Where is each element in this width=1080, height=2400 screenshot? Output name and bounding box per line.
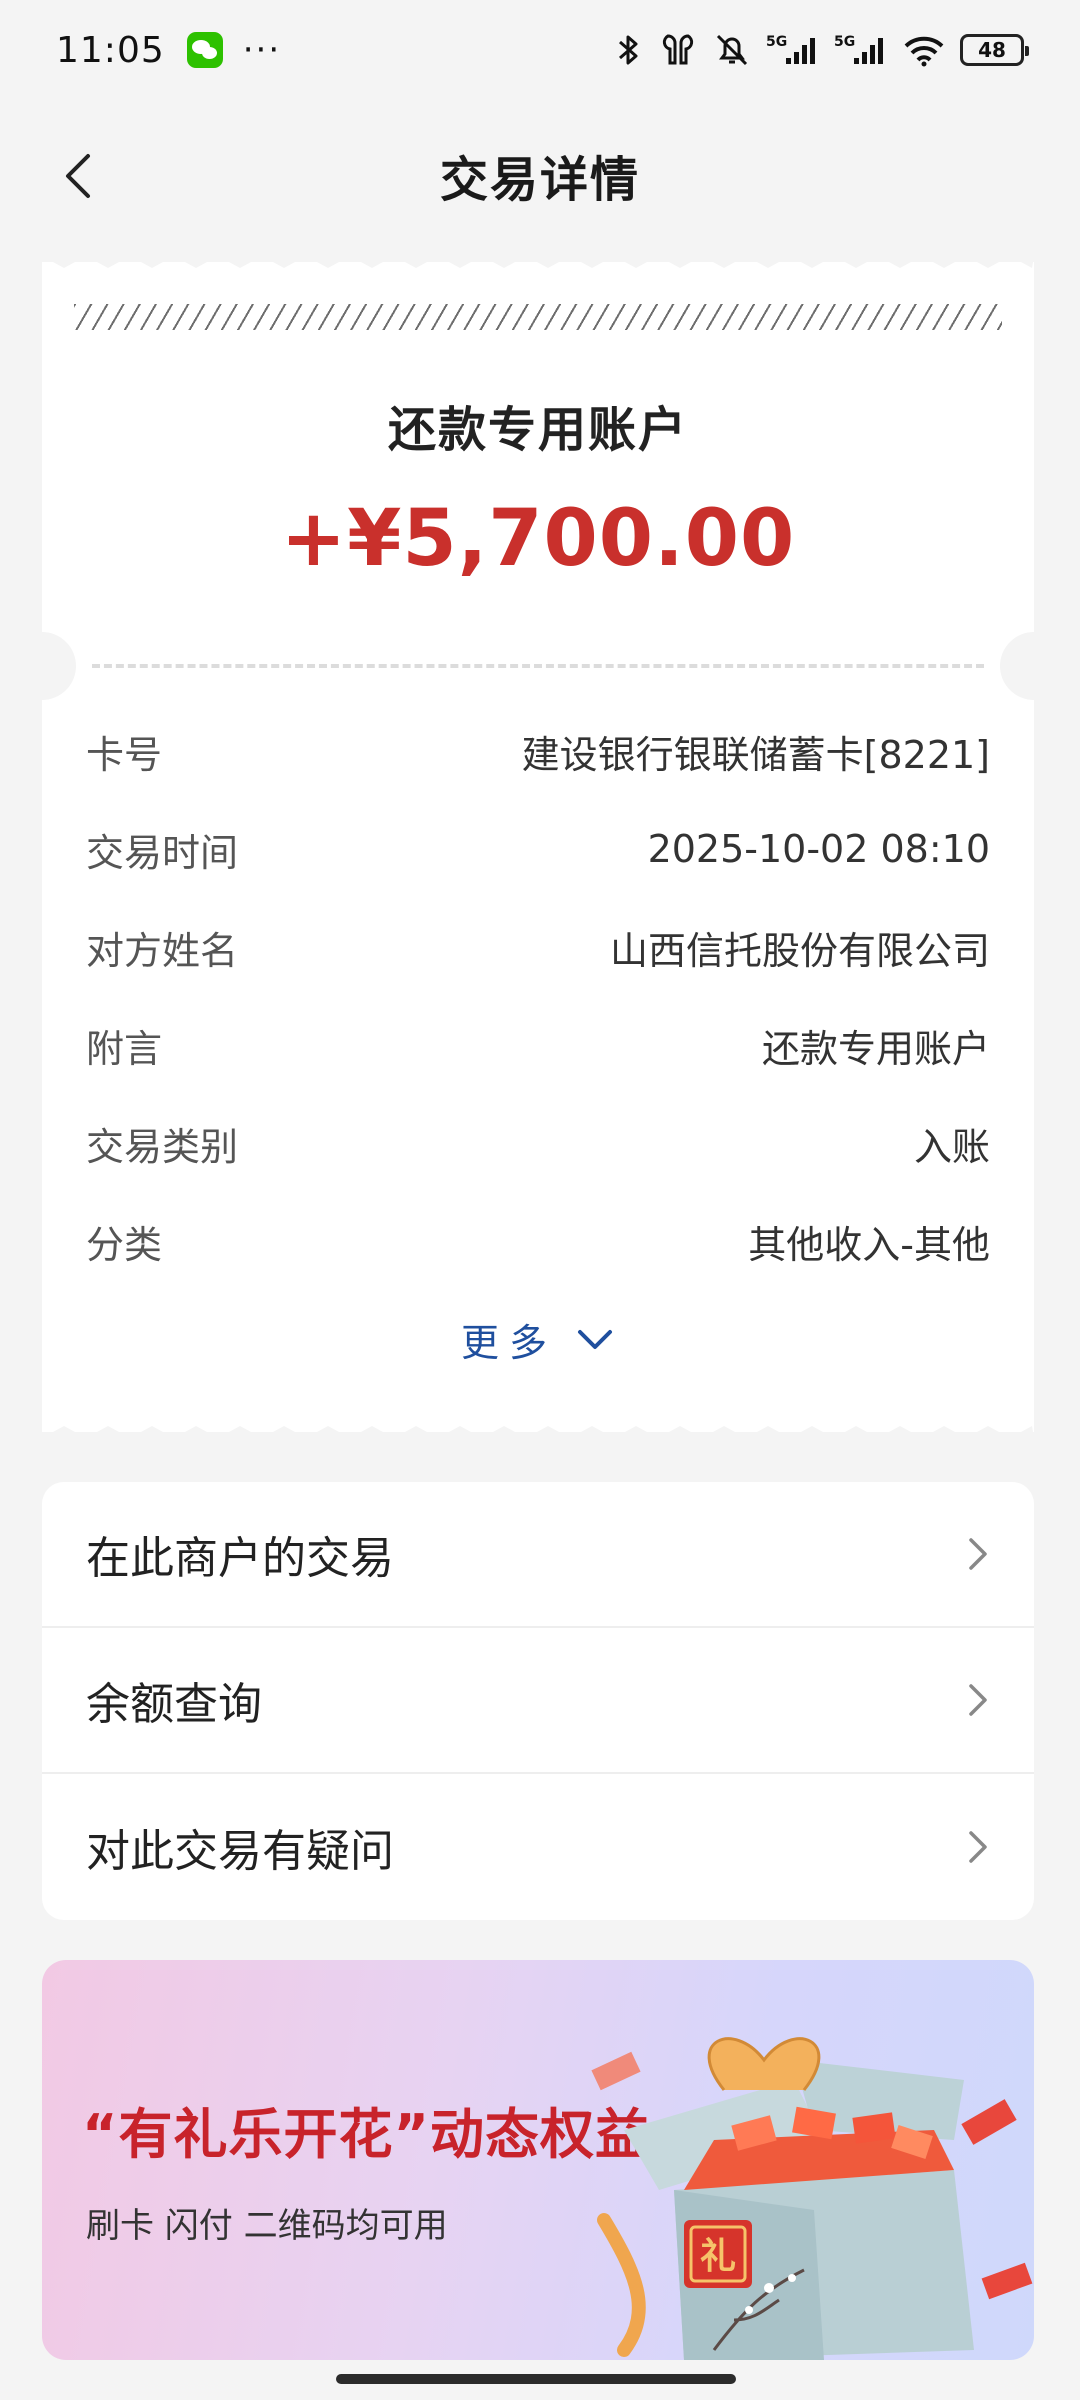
- detail-row-counterparty: 对方姓名 山西信托股份有限公司: [86, 898, 990, 996]
- detail-label: 附言: [86, 1026, 163, 1071]
- action-menu: 在此商户的交易 余额查询 对此交易有疑问: [42, 1482, 1034, 1920]
- signal-5g-icon-2: 5G: [834, 34, 883, 64]
- menu-item-dispute-transaction[interactable]: 对此交易有疑问: [42, 1774, 1034, 1920]
- detail-label: 交易类别: [86, 1124, 239, 1169]
- banner-subtitle: 刷卡 闪付 二维码均可用: [86, 2206, 448, 2246]
- network-label-2: 5G: [834, 34, 855, 50]
- detail-row-category: 分类 其他收入-其他: [86, 1192, 990, 1290]
- menu-item-label: 对此交易有疑问: [86, 1826, 394, 1877]
- detail-value: 入账: [913, 1124, 990, 1169]
- menu-item-label: 在此商户的交易: [86, 1533, 394, 1584]
- detail-label: 卡号: [86, 732, 163, 777]
- signal-5g-icon: 5G: [766, 34, 815, 64]
- chevron-right-icon: [969, 1538, 987, 1570]
- transaction-amount: +¥5,700.00: [280, 494, 796, 584]
- receipt-notch-right: [1000, 632, 1068, 700]
- detail-row-card-number: 卡号 建设银行银联储蓄卡[8221]: [86, 702, 990, 800]
- detail-value: 2025-10-02 08:10: [647, 827, 990, 871]
- home-indicator[interactable]: [336, 2374, 736, 2384]
- detail-value: 其他收入-其他: [748, 1222, 990, 1267]
- nav-bar: 交易详情: [0, 110, 1080, 240]
- gift-badge-char: 礼: [700, 2236, 736, 2277]
- detail-value: 建设银行银联储蓄卡[8221]: [521, 732, 990, 777]
- wifi-icon: [904, 36, 944, 67]
- mute-bell-icon: [716, 34, 748, 66]
- earbuds-icon: [662, 34, 694, 65]
- more-notifications-icon: ···: [242, 30, 282, 70]
- account-name: 还款专用账户: [387, 402, 688, 458]
- detail-row-transaction-type: 交易类别 入账: [86, 1094, 990, 1192]
- more-details-button[interactable]: 更多: [42, 1312, 1034, 1367]
- chevron-right-icon: [969, 1684, 987, 1716]
- page-title: 交易详情: [439, 152, 640, 208]
- gift-box-illustration: 礼: [591, 2037, 1033, 2360]
- detail-label: 分类: [86, 1222, 163, 1267]
- bluetooth-icon: [619, 35, 638, 65]
- detail-row-memo: 附言 还款专用账户: [86, 996, 990, 1094]
- detail-value: 还款专用账户: [761, 1026, 990, 1071]
- receipt-bottom-edge: [42, 1426, 1034, 1438]
- menu-item-label: 余额查询: [86, 1679, 262, 1730]
- back-arrow-icon[interactable]: [56, 150, 106, 200]
- chevron-down-icon: [578, 1329, 612, 1349]
- network-label-1: 5G: [766, 34, 787, 50]
- transaction-receipt-card: 还款专用账户 +¥5,700.00 卡号 建设银行银联储蓄卡[8221] 交易时…: [8, 256, 1068, 1438]
- battery-indicator: 48: [960, 34, 1029, 66]
- detail-label: 对方姓名: [86, 928, 239, 973]
- receipt-notch-left: [8, 632, 76, 700]
- more-label: 更多: [460, 1321, 557, 1365]
- detail-label: 交易时间: [86, 830, 239, 875]
- receipt-top-edge: [42, 256, 1034, 268]
- detail-value: 山西信托股份有限公司: [609, 928, 990, 973]
- wechat-icon: [186, 32, 223, 68]
- promo-banner[interactable]: “有礼乐开花”动态权益 刷卡 闪付 二维码均可用 礼: [42, 1960, 1034, 2360]
- transaction-details: 卡号 建设银行银联储蓄卡[8221] 交易时间 2025-10-02 08:10…: [86, 702, 990, 1290]
- detail-row-transaction-time: 交易时间 2025-10-02 08:10: [86, 800, 990, 898]
- status-bar: 11:05 ··· 5G 5G 48: [0, 0, 1080, 100]
- chevron-right-icon: [969, 1831, 987, 1863]
- receipt-hatch-pattern: [74, 304, 1002, 330]
- status-icons: 5G 5G 48: [614, 32, 1029, 68]
- menu-item-merchant-transactions[interactable]: 在此商户的交易: [42, 1482, 1034, 1628]
- menu-item-balance-inquiry[interactable]: 余额查询: [42, 1628, 1034, 1774]
- receipt-divider: [92, 664, 984, 668]
- status-time: 11:05: [56, 29, 165, 71]
